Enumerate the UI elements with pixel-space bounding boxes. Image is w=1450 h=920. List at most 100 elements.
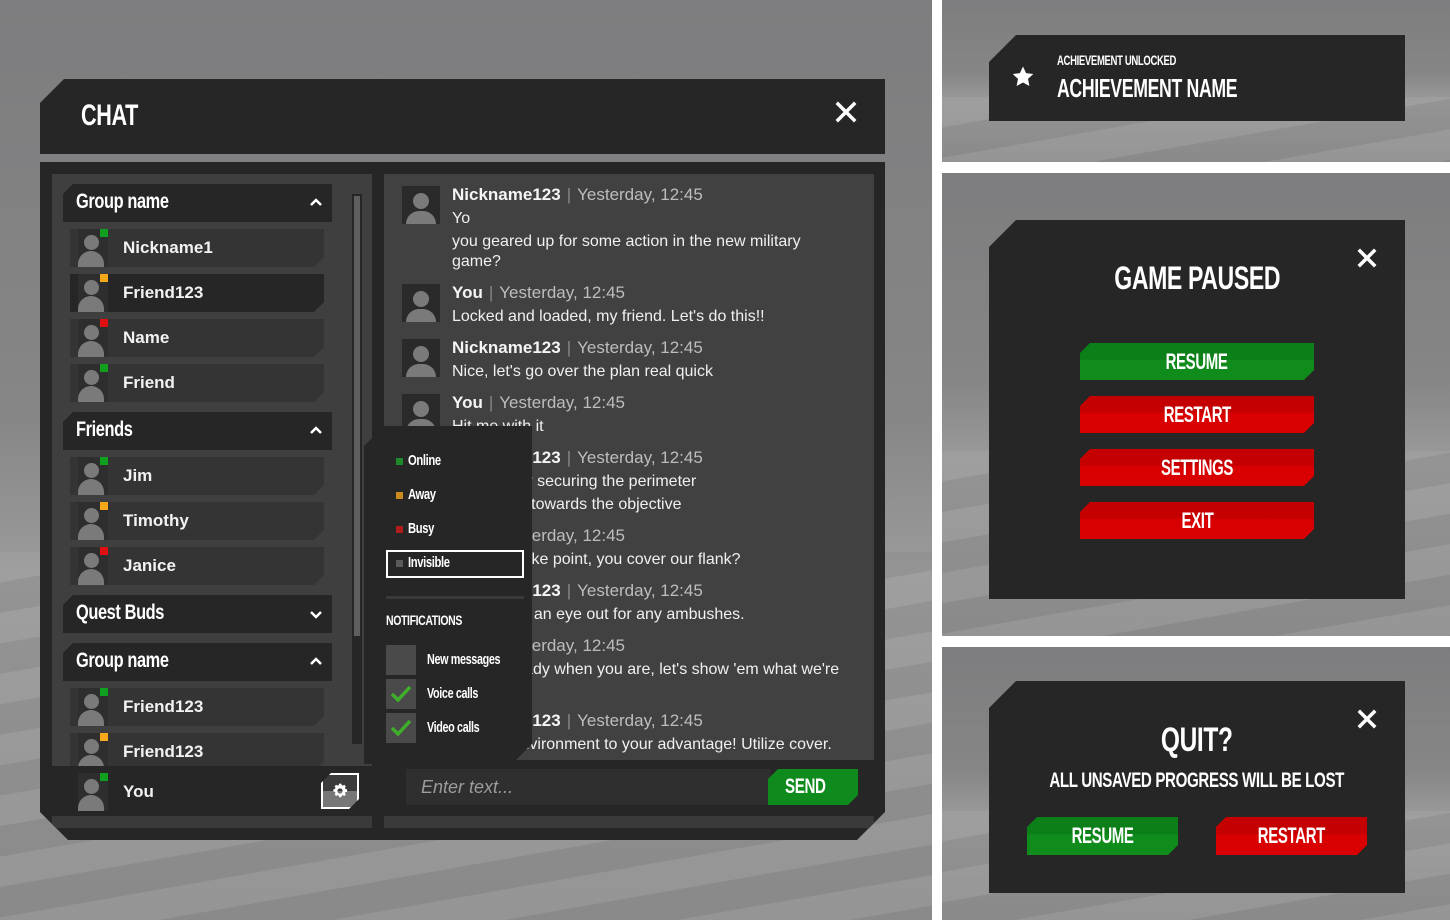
contacts-scrollbar-thumb[interactable] <box>354 196 360 636</box>
chevron-up-icon[interactable] <box>308 195 324 211</box>
contact-name: Name <box>123 328 170 347</box>
exit-button[interactable]: EXIT <box>1080 502 1314 539</box>
status-option-away[interactable]: Away <box>386 482 524 510</box>
contact-item[interactable]: Friend <box>70 364 324 402</box>
notification-checkbox[interactable] <box>386 679 416 709</box>
restart-button[interactable]: RESTART <box>1080 396 1314 433</box>
status-indicator <box>100 457 108 465</box>
avatar <box>402 284 440 322</box>
message-item: Nickname123 | Yesterday, 12:45 Yo you geared… <box>384 184 874 272</box>
restart-button[interactable]: RESTART <box>1216 817 1367 855</box>
contact-item[interactable]: Janice <box>70 547 324 585</box>
message-timestamp: Yesterday, 12:45 <box>577 711 703 730</box>
self-user: You <box>70 773 324 811</box>
settings-button[interactable]: SETTINGS <box>1080 449 1314 486</box>
status-indicator <box>100 364 108 372</box>
button-label: RESTART <box>1163 401 1231 427</box>
meta-separator: | <box>566 338 572 357</box>
notification-label: Voice calls <box>427 685 479 702</box>
self-name: You <box>123 782 154 801</box>
notification-label: Video calls <box>427 719 480 736</box>
quit-dialog: QUIT? ALL UNSAVED PROGRESS WILL BE LOST … <box>989 681 1405 893</box>
status-option-online[interactable]: Online <box>386 448 524 476</box>
contact-item[interactable]: Timothy <box>70 502 324 540</box>
message-author: You <box>452 393 483 412</box>
messages-footer-strip <box>384 816 874 828</box>
pause-menu-dialog: GAME PAUSED RESUME RESTART SETTINGS EXIT <box>989 220 1405 599</box>
status-option-invisible[interactable]: Invisible <box>386 550 524 578</box>
notification-checkbox[interactable] <box>386 645 416 675</box>
contacts-scrollbar[interactable] <box>352 194 362 744</box>
achievement-title: ACHIEVEMENT NAME <box>1057 73 1238 103</box>
button-label: SETTINGS <box>1160 454 1234 480</box>
pause-title: GAME PAUSED <box>1114 260 1280 296</box>
meta-separator: | <box>566 448 572 467</box>
group-header[interactable]: Friends <box>63 412 332 450</box>
message-text: Nice, let's go over the plan real quick <box>452 363 713 380</box>
status-indicator <box>100 229 108 237</box>
resume-button[interactable]: RESUME <box>1080 343 1314 380</box>
meta-separator: | <box>566 581 572 600</box>
group-header[interactable]: Group name <box>63 643 332 681</box>
contact-item[interactable]: Friend123 <box>70 733 324 766</box>
avatar <box>402 339 440 377</box>
group-name: Group name <box>76 190 169 213</box>
contact-item[interactable]: Name <box>70 319 324 357</box>
contact-name: Janice <box>123 556 176 575</box>
message-composer: SEND <box>384 760 874 816</box>
chevron-up-icon[interactable] <box>308 654 324 670</box>
contact-name: Jim <box>123 466 153 485</box>
status-color-swatch <box>396 560 403 567</box>
checkmark-icon <box>389 717 413 739</box>
status-settings-button[interactable] <box>321 773 359 809</box>
message-timestamp: Yesterday, 12:45 <box>499 393 625 412</box>
contacts-sidebar: Group name Nickname1 Friend123 Name Friend Fr… <box>52 174 372 828</box>
message-timestamp: Yesterday, 12:45 <box>577 581 703 600</box>
status-option-label: Away <box>408 486 436 503</box>
chevron-down-icon[interactable] <box>308 606 324 622</box>
quit-message: ALL UNSAVED PROGRESS WILL BE LOST <box>1049 769 1345 792</box>
self-user-bar: You <box>52 766 372 818</box>
button-label: RESTART <box>1257 823 1326 848</box>
avatar <box>402 186 440 224</box>
chevron-up-icon[interactable] <box>308 423 324 439</box>
message-meta: Nickname123 | Yesterday, 12:45 <box>452 184 874 206</box>
status-indicator <box>100 274 108 282</box>
message-timestamp: Yesterday, 12:45 <box>577 185 703 204</box>
contact-name: Friend123 <box>123 697 204 716</box>
message-meta: You | Yesterday, 12:45 <box>452 282 874 304</box>
contact-item[interactable]: Jim <box>70 457 324 495</box>
message-meta: Nickname123 | Yesterday, 12:45 <box>452 337 874 359</box>
contact-item[interactable]: Friend123 <box>70 688 324 726</box>
gear-icon <box>331 782 349 800</box>
status-option-label: Invisible <box>408 554 450 571</box>
contact-name: Friend123 <box>123 742 204 761</box>
message-timestamp: Yesterday, 12:45 <box>499 283 625 302</box>
meta-separator: | <box>488 283 494 302</box>
group-header[interactable]: Group name <box>63 184 332 222</box>
notifications-heading: NOTIFICATIONS <box>386 612 463 628</box>
star-icon <box>1012 66 1034 86</box>
meta-separator: | <box>566 711 572 730</box>
contact-item[interactable]: Nickname1 <box>70 229 324 267</box>
close-icon[interactable] <box>835 101 857 123</box>
status-option-busy[interactable]: Busy <box>386 516 524 544</box>
group-header[interactable]: Quest Buds <box>63 595 332 633</box>
button-label: EXIT <box>1181 507 1213 533</box>
notification-checkbox[interactable] <box>386 713 416 743</box>
resume-button[interactable]: RESUME <box>1027 817 1178 855</box>
chat-header: CHAT <box>40 79 885 154</box>
group-name: Group name <box>76 649 169 672</box>
checkmark-icon <box>389 683 413 705</box>
contact-name: Friend123 <box>123 283 204 302</box>
status-indicator <box>100 319 108 327</box>
message-input[interactable] <box>406 769 771 805</box>
send-button[interactable]: SEND <box>768 769 858 805</box>
contact-item[interactable]: Friend123 <box>70 274 324 312</box>
chat-title: CHAT <box>81 99 138 132</box>
status-color-swatch <box>396 492 403 499</box>
message-text: Locked and loaded, my friend. Let's do t… <box>452 308 765 325</box>
message-timestamp: Yesterday, 12:45 <box>577 448 703 467</box>
group-name: Friends <box>76 418 133 441</box>
status-indicator <box>100 773 108 781</box>
